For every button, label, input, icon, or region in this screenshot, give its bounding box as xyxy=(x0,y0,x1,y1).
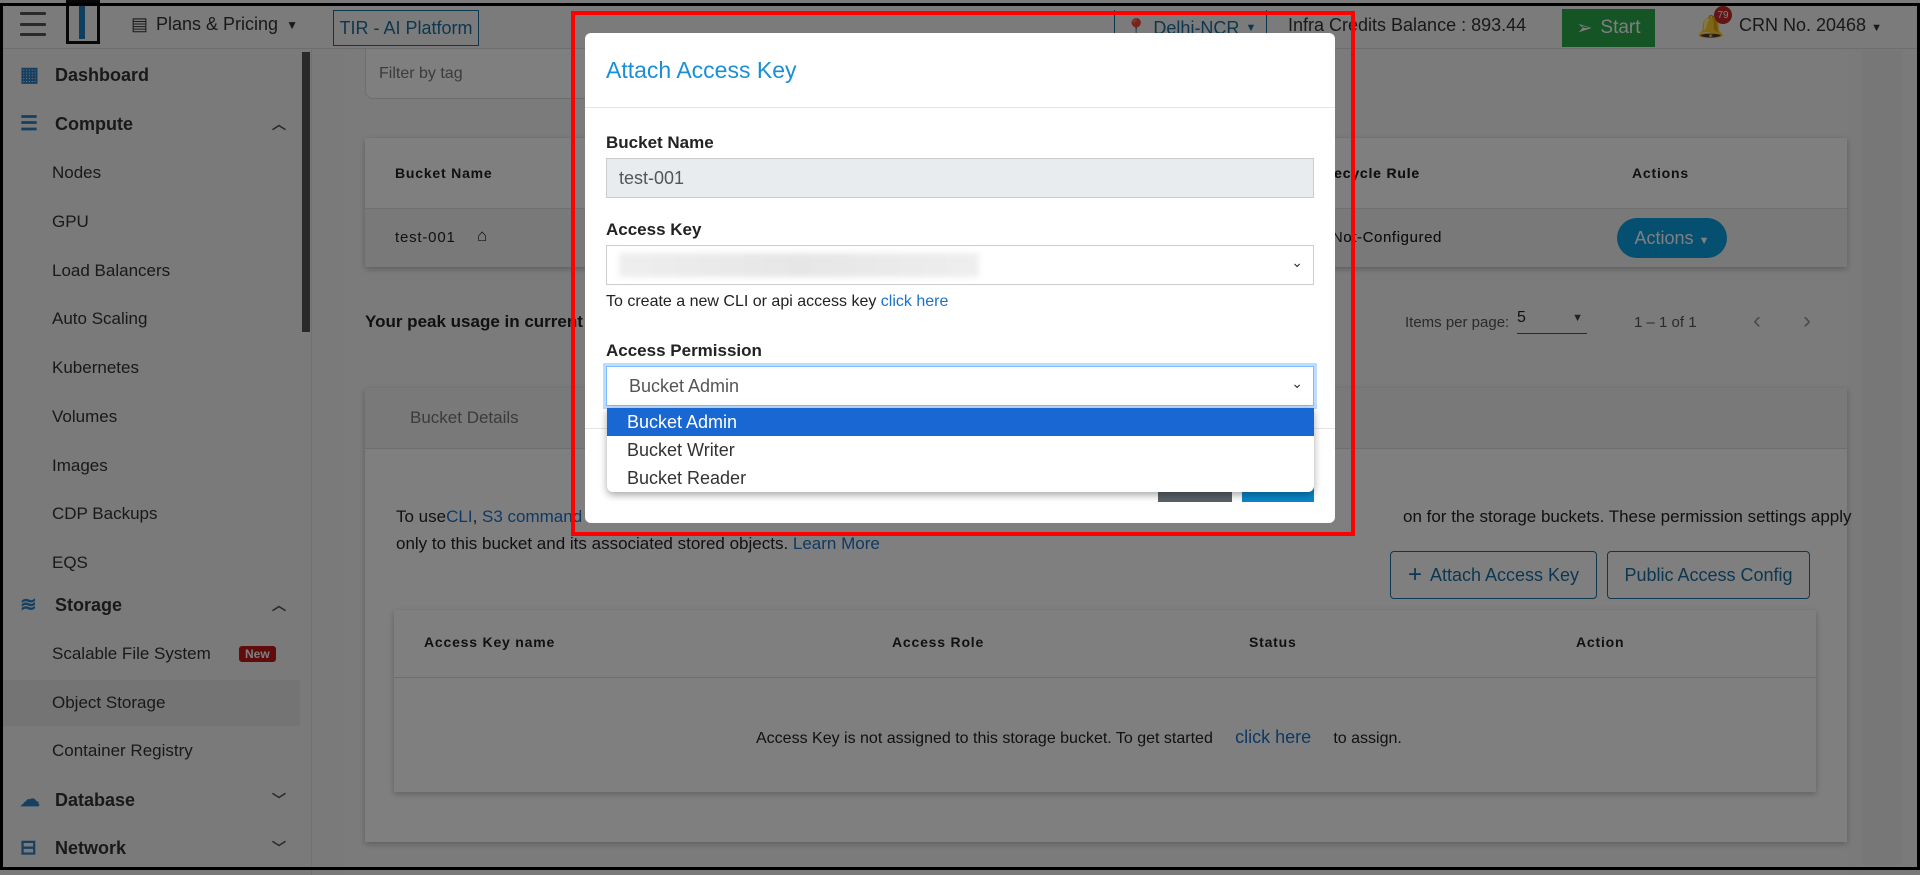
annotation-highlight-box xyxy=(571,11,1355,536)
